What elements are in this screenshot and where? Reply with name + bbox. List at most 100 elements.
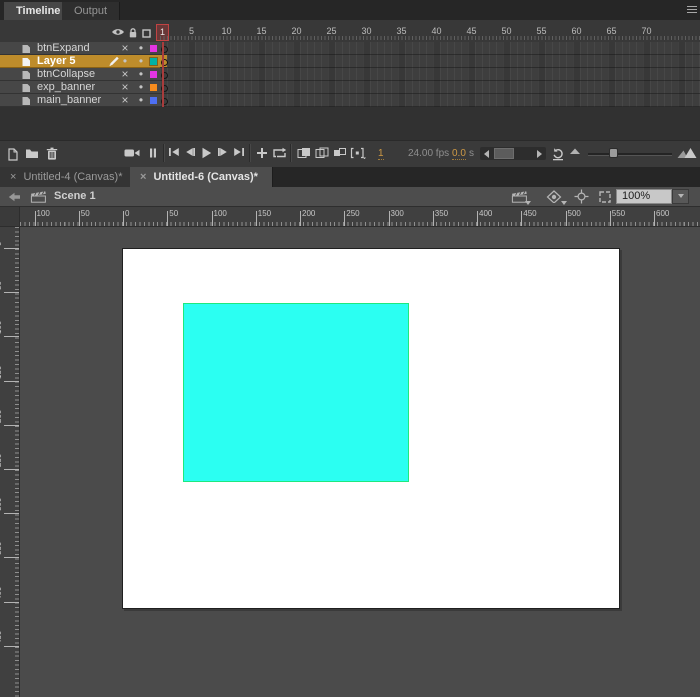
center-stage-button[interactable] <box>574 189 589 204</box>
close-icon[interactable]: × <box>140 171 146 183</box>
timeline-panel: 5 10 15 20 25 30 35 40 45 50 55 60 65 70 1 btnExpand ×… <box>0 20 700 167</box>
layer-depth-button[interactable] <box>149 147 157 159</box>
layer-name[interactable]: main_banner <box>37 94 101 106</box>
layer-row[interactable]: Layer 5 • • <box>0 55 160 68</box>
tab-output[interactable]: Output <box>62 2 121 20</box>
panel-menu-icon[interactable] <box>687 6 697 14</box>
modify-markers-button[interactable] <box>350 147 366 159</box>
layer-row[interactable]: main_banner × • <box>0 94 160 107</box>
frame-grid[interactable] <box>160 42 700 107</box>
layer-outline-color-swatch[interactable] <box>150 45 157 52</box>
frame-grid-row[interactable] <box>160 81 700 94</box>
layer-visibility-toggle[interactable]: × <box>118 68 132 80</box>
layer-name[interactable]: Layer 5 <box>37 55 76 67</box>
ruler-label: 350 <box>434 209 449 218</box>
onion-skin-button[interactable] <box>297 147 311 159</box>
new-layer-button[interactable] <box>6 147 19 161</box>
frame-grid-row[interactable] <box>160 94 700 107</box>
layer-visibility-toggle[interactable]: • <box>118 55 132 67</box>
ruler-tick <box>255 211 257 226</box>
edit-symbols-button[interactable] <box>546 190 567 205</box>
layer-outline-color-swatch[interactable] <box>150 97 157 104</box>
add-camera-button[interactable] <box>124 147 140 159</box>
ruler-label: 50 <box>80 209 90 218</box>
play-button[interactable] <box>201 147 212 159</box>
edit-multiple-frames-button[interactable] <box>333 147 347 159</box>
layer-row[interactable]: btnExpand × • <box>0 42 160 55</box>
layer-name[interactable]: btnExpand <box>37 42 90 54</box>
back-arrow-icon[interactable] <box>8 192 20 202</box>
elapsed-time-value[interactable]: 0.0 <box>452 148 466 160</box>
layer-row[interactable]: btnCollapse × • <box>0 68 160 81</box>
layer-row[interactable]: exp_banner × • <box>0 81 160 94</box>
layer-outline-color-swatch[interactable] <box>149 57 158 66</box>
zoom-out-timeline-button[interactable] <box>569 147 581 155</box>
go-to-first-frame-button[interactable] <box>168 147 180 157</box>
zoom-in-timeline-icon <box>677 148 697 158</box>
ruler-tick <box>78 211 80 226</box>
frame-rate-value[interactable]: 24.00 fps <box>408 148 449 159</box>
close-icon[interactable]: × <box>10 171 16 183</box>
layer-name[interactable]: exp_banner <box>37 81 95 93</box>
ruler-tick <box>388 211 390 226</box>
layer-page-icon <box>21 44 31 54</box>
step-forward-button[interactable] <box>217 147 229 157</box>
vertical-ruler[interactable]: 0 50 100 150 200 250 300 350 400 450 <box>0 227 20 697</box>
ruler-tick <box>4 248 19 249</box>
onion-skin-outlines-button[interactable] <box>315 147 329 159</box>
lock-icon[interactable] <box>128 27 138 39</box>
outline-icon[interactable] <box>142 29 151 38</box>
timeline-scrollbar[interactable] <box>480 147 546 160</box>
layer-lock-toggle[interactable]: • <box>135 55 147 67</box>
loop-playback-button[interactable] <box>272 147 287 159</box>
new-layer-icon <box>8 148 18 161</box>
layer-lock-toggle[interactable]: • <box>135 68 147 80</box>
stage-canvas[interactable] <box>122 248 620 609</box>
frame-grid-row[interactable] <box>160 42 700 55</box>
layer-lock-toggle[interactable]: • <box>135 94 147 106</box>
layer-visibility-toggle[interactable]: × <box>118 81 132 93</box>
layer-depth-icon <box>150 148 156 158</box>
scrollbar-thumb[interactable] <box>494 148 514 159</box>
center-frame-button[interactable] <box>256 147 268 159</box>
visibility-icon[interactable] <box>111 27 125 37</box>
ruler-tick <box>4 292 19 294</box>
clip-content-button[interactable] <box>598 190 612 204</box>
layer-outline-color-swatch[interactable] <box>150 71 157 78</box>
frame-grid-row[interactable] <box>160 55 700 68</box>
go-to-last-frame-button[interactable] <box>233 147 245 157</box>
ruler-tick <box>477 211 478 226</box>
ruler-label: 250 <box>0 453 3 467</box>
ruler-tick <box>4 557 19 559</box>
layer-lock-toggle[interactable]: • <box>135 42 147 54</box>
layer-lock-toggle[interactable]: • <box>135 81 147 93</box>
layer-list: btnExpand × • Layer 5 • • btnCollapse × • exp_ban… <box>0 42 160 107</box>
edit-scene-button[interactable] <box>511 190 531 205</box>
current-frame-value[interactable]: 1 <box>378 148 384 160</box>
new-folder-button[interactable] <box>25 147 39 159</box>
frame-grid-row[interactable] <box>160 68 700 81</box>
step-back-button[interactable] <box>184 147 196 157</box>
delete-layer-button[interactable] <box>46 147 58 161</box>
layer-outline-color-swatch[interactable] <box>150 84 157 91</box>
stage-zoom-dropdown[interactable] <box>672 189 689 204</box>
horizontal-ruler[interactable]: 100 50 0 50 100 150 200 250 300 350 400 450 500 550 60… <box>20 207 700 227</box>
chevron-down-icon <box>561 201 567 205</box>
scroll-left-icon[interactable] <box>484 150 489 158</box>
ruler-corner <box>0 207 20 227</box>
timeline-zoom-slider[interactable] <box>588 153 672 156</box>
layer-name[interactable]: btnCollapse <box>37 68 95 80</box>
stage-zoom-value[interactable]: 100% <box>616 189 672 204</box>
document-tab[interactable]: × Untitled-4 (Canvas)* <box>0 167 138 187</box>
timeline-zoom-slider-thumb[interactable] <box>609 148 618 158</box>
drawn-rectangle[interactable] <box>183 303 409 482</box>
reset-timeline-zoom-button[interactable] <box>551 147 565 161</box>
scroll-right-icon[interactable] <box>537 150 542 158</box>
zoom-in-timeline-button[interactable] <box>677 147 698 159</box>
layer-visibility-toggle[interactable]: × <box>118 94 132 106</box>
breadcrumb-scene: Scene 1 <box>54 190 96 202</box>
layer-visibility-toggle[interactable]: × <box>118 42 132 54</box>
ruler-label: 150 <box>0 365 3 379</box>
panel-tab-bar: Timeline Output <box>0 0 700 21</box>
document-tab[interactable]: × Untitled-6 (Canvas)* <box>130 167 273 187</box>
